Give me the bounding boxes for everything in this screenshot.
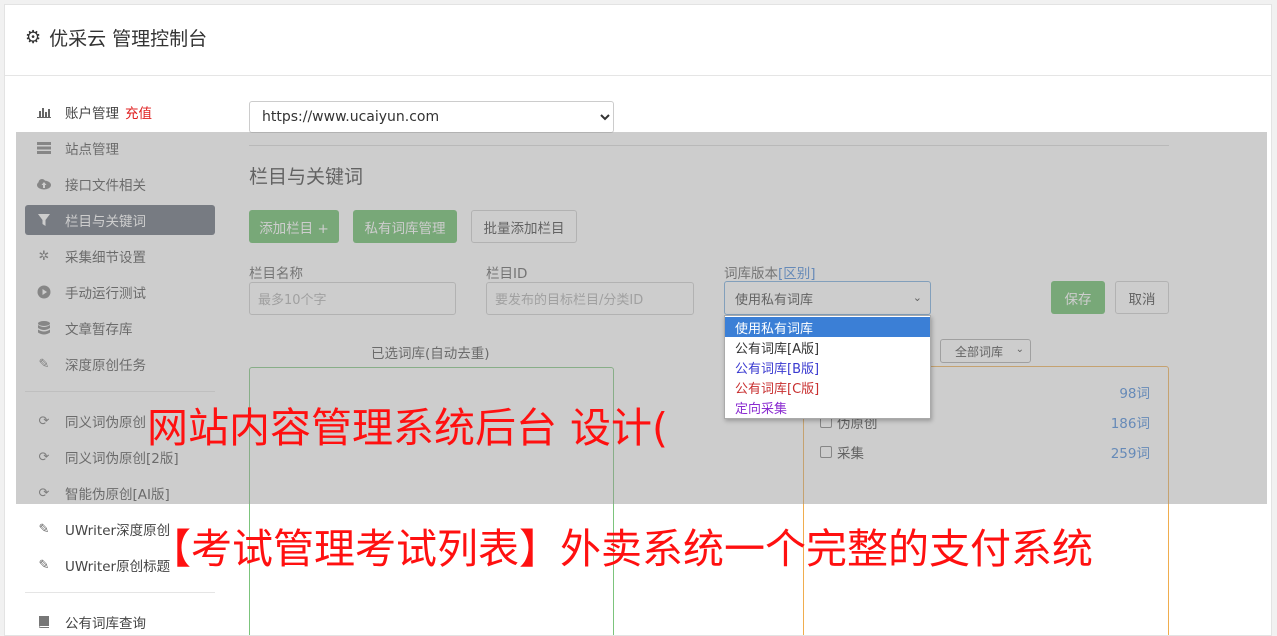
server-icon: [36, 140, 52, 156]
sidebar-item-label: 接口文件相关: [65, 178, 146, 194]
edit-icon: ✎: [38, 356, 50, 372]
library-row-label: 采集: [837, 446, 864, 462]
site-select[interactable]: https://www.ucaiyun.com: [249, 101, 614, 133]
sidebar-item-account[interactable]: 账户管理 充值: [25, 97, 215, 127]
sidebar-item-label: 账户管理: [65, 106, 119, 122]
sidebar-item-label: 采集细节设置: [65, 250, 146, 266]
cancel-button[interactable]: 取消: [1115, 281, 1169, 314]
recharge-link[interactable]: 充值: [125, 102, 152, 122]
library-row-count: 186词: [1110, 416, 1150, 432]
library-checkbox[interactable]: [820, 446, 832, 458]
sidebar-item-public-lib[interactable]: 公有词库查询: [25, 607, 215, 635]
watermark-line-2: 【考试管理考试列表】外卖系统一个完整的支付系统: [150, 525, 1093, 573]
chevron-down-icon: ⌄: [912, 291, 922, 304]
filter-icon: [36, 212, 52, 228]
selected-lib-caption: 已选词库(自动去重): [371, 346, 490, 362]
sidebar-item-manual-run[interactable]: 手动运行测试: [25, 277, 215, 307]
sidebar-item-deep-original[interactable]: ✎ 深度原创任务: [25, 349, 215, 379]
sidebar-item-label: 栏目与关键词: [65, 214, 146, 230]
column-name-input[interactable]: 最多10个字: [249, 282, 456, 315]
refresh-icon: ⟳: [38, 449, 50, 465]
play-circle-icon: [36, 284, 52, 300]
section-title: 栏目与关键词: [249, 166, 364, 188]
cloud-upload-icon: [36, 176, 52, 192]
sidebar-item-label: 站点管理: [65, 142, 119, 158]
sidebar-divider: [25, 592, 215, 593]
refresh-icon: ⟳: [38, 413, 50, 429]
book-icon: [36, 614, 52, 630]
column-name-label: 栏目名称: [249, 266, 303, 282]
sidebar-item-label: 文章暂存库: [65, 322, 133, 338]
gear-icon: ⚙: [25, 27, 42, 48]
sidebar-item-interface-files[interactable]: 接口文件相关: [25, 169, 215, 199]
edit-icon: ✎: [38, 557, 50, 573]
watermark-line-1: 网站内容管理系统后台 设计(: [147, 404, 669, 452]
lib-version-dropdown: 使用私有词库 公有词库[A版] 公有词库[B版] 公有词库[C版] 定向采集: [724, 315, 931, 419]
private-lib-button[interactable]: 私有词库管理: [353, 210, 457, 243]
diff-link[interactable]: [区别]: [778, 266, 816, 282]
lib-filter-select[interactable]: 全部词库 ⌄: [940, 339, 1031, 363]
sidebar-item-columns-keywords[interactable]: 栏目与关键词: [25, 205, 215, 235]
lib-filter-value: 全部词库: [955, 344, 1004, 359]
dropdown-option-public-a[interactable]: 公有词库[A版]: [725, 337, 930, 357]
library-row-count: 98词: [1119, 386, 1150, 402]
sidebar-item-label: 公有词库查询: [65, 616, 146, 632]
database-icon: [36, 320, 52, 336]
section-divider: [249, 145, 1169, 146]
sidebar-item-label: 手动运行测试: [65, 286, 146, 302]
save-button[interactable]: 保存: [1051, 281, 1105, 314]
sidebar-item-label: 同义词伪原创: [65, 415, 146, 431]
add-column-button[interactable]: 添加栏目 +: [249, 210, 339, 243]
batch-add-button[interactable]: 批量添加栏目: [471, 210, 577, 243]
lib-version-label: 词库版本[区别]: [724, 262, 816, 282]
column-id-input[interactable]: 要发布的目标栏目/分类ID: [486, 282, 694, 315]
sidebar-item-collect-settings[interactable]: ✲ 采集细节设置: [25, 241, 215, 271]
edit-icon: ✎: [38, 521, 50, 537]
sidebar-item-label: 深度原创任务: [65, 358, 146, 374]
sidebar-item-sites[interactable]: 站点管理: [25, 133, 215, 163]
brand: ⚙ 优采云 管理控制台: [25, 24, 207, 51]
dropdown-option-targeted[interactable]: 定向采集: [725, 397, 930, 417]
dropdown-option-private[interactable]: 使用私有词库: [725, 317, 930, 337]
app-title: 优采云 管理控制台: [49, 28, 208, 50]
lib-version-value: 使用私有词库: [735, 292, 814, 308]
sidebar-item-ai-original[interactable]: ⟳ 智能伪原创[AI版]: [25, 478, 215, 508]
top-bar: ⚙ 优采云 管理控制台: [5, 5, 1271, 76]
lib-version-select[interactable]: 使用私有词库 ⌄: [724, 281, 931, 315]
library-row[interactable]: 采集 259词: [820, 441, 1150, 463]
sidebar-divider: [25, 391, 215, 392]
library-row-count: 259词: [1110, 446, 1150, 462]
column-id-label: 栏目ID: [486, 266, 528, 282]
chevron-down-icon: ⌄: [1015, 344, 1024, 355]
console-page: ⚙ 优采云 管理控制台 账户管理 充值 站点管理 接口文件相关 栏目与关键词 ✲…: [4, 4, 1272, 636]
dropdown-option-public-b[interactable]: 公有词库[B版]: [725, 357, 930, 377]
sidebar-item-article-store[interactable]: 文章暂存库: [25, 313, 215, 343]
sidebar-item-label: 智能伪原创[AI版]: [65, 487, 170, 503]
dropdown-option-public-c[interactable]: 公有词库[C版]: [725, 377, 930, 397]
lib-version-label-text: 词库版本: [724, 266, 778, 282]
bar-chart-icon: [36, 104, 52, 120]
refresh-icon: ⟳: [38, 485, 50, 501]
cogs-icon: ✲: [38, 248, 50, 264]
